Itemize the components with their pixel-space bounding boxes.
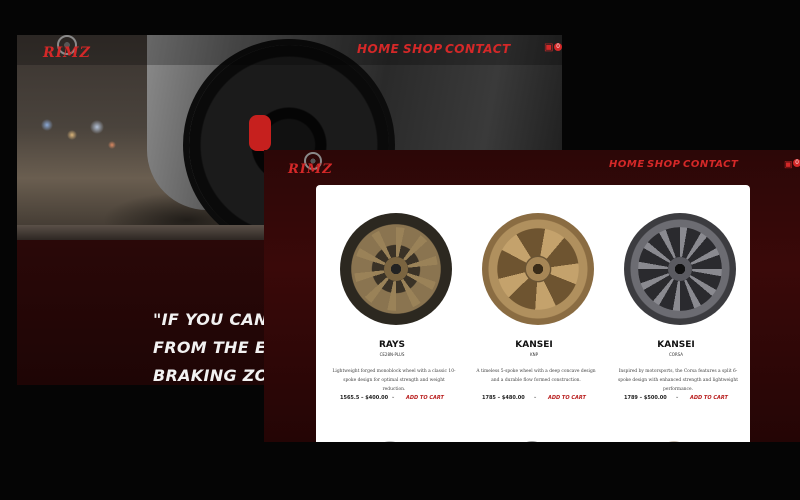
site-logo[interactable]: RIMZ <box>43 45 91 61</box>
product-brand: RAYS <box>378 340 406 350</box>
chevron-down-icon[interactable]: ⌄ <box>533 394 537 400</box>
product-price: 1789 – $500.00 <box>624 395 667 401</box>
city-lights-bokeh <box>27 105 127 165</box>
nav-contact[interactable]: CONTACT <box>683 159 738 170</box>
product-price: 1785 – $480.00 <box>482 395 525 401</box>
wheel-image <box>340 213 452 325</box>
nav-home[interactable]: HOME <box>357 42 399 56</box>
product-brand: KANSEI <box>515 340 553 350</box>
brake-caliper <box>249 115 271 151</box>
wheel-image-partial <box>492 433 572 442</box>
chevron-down-icon[interactable]: ⌄ <box>675 394 679 400</box>
add-to-cart-button[interactable]: ADD TO CART <box>548 395 586 401</box>
shop-navbar: RIMZ HOME SHOP CONTACT ▣ 0 <box>264 150 800 184</box>
product-grid: RAYS CE28N-PLUS Lightweight forged monob… <box>316 185 750 442</box>
product-model: CORSA <box>668 352 684 357</box>
product-model: KNP <box>529 352 539 357</box>
nav-contact[interactable]: CONTACT <box>445 42 511 56</box>
chevron-down-icon[interactable]: ⌄ <box>391 394 395 400</box>
wheel-image-partial <box>350 433 430 442</box>
product-price: 1565.5 – $400.00 <box>340 395 389 401</box>
add-to-cart-button[interactable]: ADD TO CART <box>406 395 444 401</box>
product-card[interactable]: KANSEI KNP A timeless 5-spoke wheel with… <box>464 185 604 415</box>
product-card[interactable]: RAYS CE28N-PLUS Lightweight forged monob… <box>322 185 462 415</box>
nav-shop[interactable]: SHOP <box>403 42 443 56</box>
shop-page-window: RIMZ HOME SHOP CONTACT ▣ 0 RAYS CE28N-PL… <box>264 150 800 442</box>
add-to-cart-button[interactable]: ADD TO CART <box>690 395 728 401</box>
product-description: Lightweight forged monoblock wheel with … <box>332 369 456 392</box>
product-description: A timeless 5-spoke wheel with a deep con… <box>476 369 596 383</box>
nav-home[interactable]: HOME <box>609 159 645 170</box>
product-model: CE28N-PLUS <box>379 352 405 357</box>
wheel-image <box>482 213 594 325</box>
cart-count-badge: 0 <box>793 159 800 167</box>
cart-icon[interactable]: ▣ <box>544 42 553 53</box>
wheel-image <box>624 213 736 325</box>
site-logo[interactable]: RIMZ <box>288 162 333 177</box>
wheel-image-partial <box>634 433 714 442</box>
product-card[interactable]: KANSEI CORSA Inspired by motorsports, th… <box>606 185 746 415</box>
hero-navbar: RIMZ HOME SHOP CONTACT ▣ 0 <box>17 35 562 65</box>
cart-icon[interactable]: ▣ <box>784 159 793 170</box>
product-brand: KANSEI <box>657 340 695 350</box>
nav-shop[interactable]: SHOP <box>647 159 680 170</box>
product-description: Inspired by motorsports, the Corsa featu… <box>618 369 738 392</box>
cart-count-badge: 0 <box>554 43 562 51</box>
